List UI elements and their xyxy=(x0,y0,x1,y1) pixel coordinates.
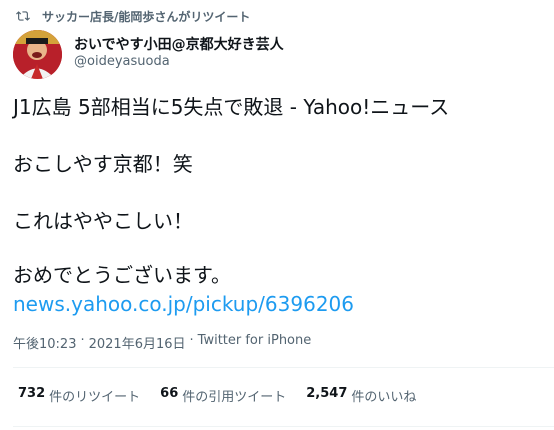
meta-separator: · xyxy=(80,333,85,348)
likes-count: 2,547 xyxy=(306,386,348,401)
tweet-text-line: これはややこしい！ xyxy=(13,209,193,233)
likes-stat[interactable]: 2,547 件のいいね xyxy=(306,386,416,405)
retweet-context[interactable]: サッカー店長/能岡歩さんがリツイート xyxy=(16,6,250,26)
tweet-text-line: おめでとうございます。 xyxy=(13,263,231,287)
likes-label: 件のいいね xyxy=(351,390,417,405)
author-display-name[interactable]: おいでやす小田@京都大好き芸人 xyxy=(74,34,284,54)
tweet-source[interactable]: Twitter for iPhone xyxy=(198,333,312,352)
tweet-stats: 732 件のリツイート 66 件の引用ツイート 2,547 件のいいね xyxy=(18,386,436,405)
tweet-meta: 午後10:23 · 2021年6月16日 · Twitter for iPhon… xyxy=(13,333,311,352)
retweets-stat[interactable]: 732 件のリツイート xyxy=(18,386,140,405)
tweet-date[interactable]: 2021年6月16日 xyxy=(89,333,186,352)
divider xyxy=(13,367,554,368)
tweet-text-line: J1広島 5部相当に5失点で敗退 - Yahoo!ニュース xyxy=(13,95,450,119)
meta-separator: · xyxy=(189,333,194,348)
divider xyxy=(13,426,554,427)
retweets-label: 件のリツイート xyxy=(49,390,141,405)
tweet-time[interactable]: 午後10:23 xyxy=(13,333,76,352)
tweet-text-line: おこしやす京都！笑 xyxy=(13,152,193,176)
retweet-label[interactable]: サッカー店長/能岡歩さんがリツイート xyxy=(42,8,250,25)
retweet-icon xyxy=(16,9,30,23)
quotes-count: 66 xyxy=(160,386,179,401)
author-handle[interactable]: @oideyasuoda xyxy=(74,54,170,69)
tweet-link[interactable]: news.yahoo.co.jp/pickup/6396206 xyxy=(13,291,354,317)
quotes-stat[interactable]: 66 件の引用ツイート xyxy=(160,386,286,405)
quotes-label: 件の引用ツイート xyxy=(182,390,287,405)
avatar[interactable] xyxy=(13,30,62,79)
retweets-count: 732 xyxy=(18,386,46,401)
tweet[interactable]: サッカー店長/能岡歩さんがリツイート おいでやす小田@京都大好き芸人 @oide… xyxy=(0,0,554,430)
